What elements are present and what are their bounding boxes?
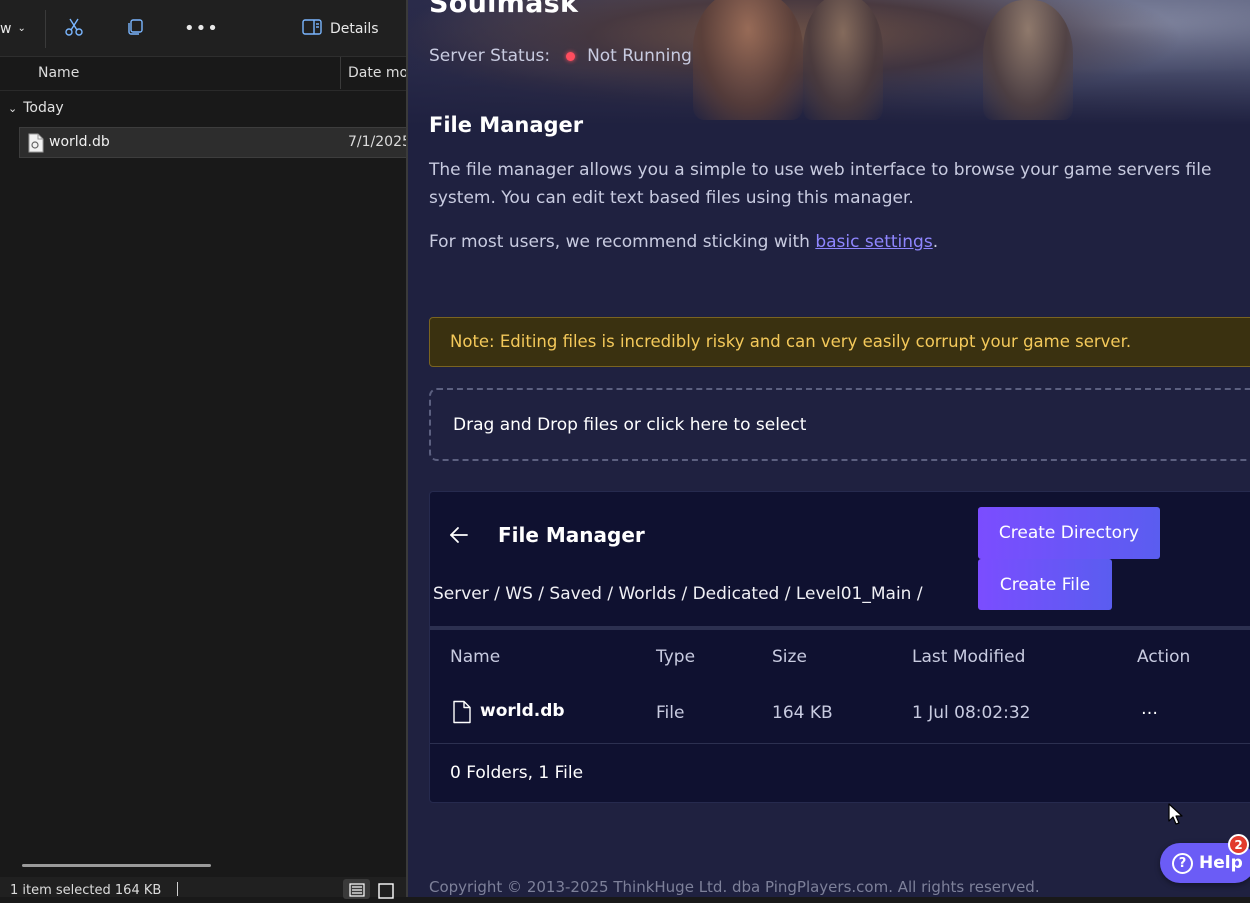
view-menu-label: w [0, 20, 12, 37]
group-header-today[interactable]: ⌄ Today [8, 100, 64, 116]
hero-figure [693, 0, 803, 120]
view-menu-button[interactable]: w ⌄ [0, 0, 26, 57]
more-options-button[interactable]: ••• [184, 0, 219, 57]
basic-settings-link[interactable]: basic settings [815, 232, 932, 252]
section-heading: File Manager [429, 113, 584, 137]
server-status-label: Server Status: [429, 46, 551, 66]
hero-figure [803, 0, 883, 120]
table-row-divider [430, 743, 1250, 744]
web-panel: Soulmask Server Status: Not Running File… [408, 0, 1250, 897]
section-description: The file manager allows you a simple to … [429, 160, 1212, 208]
warning-note: Note: Editing files is incredibly risky … [429, 317, 1250, 367]
file-last-modified: 1 Jul 08:02:32 [912, 703, 1031, 723]
notification-badge: 2 [1228, 834, 1249, 855]
file-explorer-window: w ⌄ ••• Details Name Date mo ⌄ Today wor… [0, 0, 411, 899]
game-title: Soulmask [429, 0, 579, 19]
chevron-down-icon: ⌄ [17, 23, 26, 34]
server-status: Server Status: Not Running [429, 46, 692, 66]
table-top-border [430, 626, 1250, 630]
recommendation-text: For most users, we recommend sticking wi… [429, 228, 938, 256]
row-action-menu-button[interactable]: … [1141, 699, 1158, 719]
create-file-button[interactable]: Create File [978, 559, 1112, 610]
cut-button[interactable] [64, 0, 84, 57]
chevron-down-icon: ⌄ [8, 101, 18, 115]
column-header-name[interactable]: Name [38, 65, 79, 81]
hero-figure [983, 0, 1073, 120]
create-directory-button[interactable]: Create Directory [978, 507, 1160, 559]
copy-button[interactable] [125, 0, 145, 57]
question-icon: ? [1172, 852, 1193, 874]
recommendation-suffix: . [932, 232, 939, 252]
warning-note-text: Note: Editing files is incredibly risky … [450, 332, 1132, 351]
breadcrumb[interactable]: Server / WS / Saved / Worlds / Dedicated… [433, 584, 923, 604]
file-name-link[interactable]: world.db [480, 701, 565, 721]
file-manager-title: File Manager [498, 523, 645, 547]
column-header-type: Type [656, 647, 696, 667]
horizontal-scrollbar[interactable] [22, 864, 211, 867]
file-name: world.db [49, 134, 110, 150]
column-header-action: Action [1137, 647, 1191, 667]
more-dots-icon: ••• [184, 18, 219, 39]
file-row-selected[interactable]: world.db 7/1/2025 [19, 127, 411, 158]
column-header-last-modified: Last Modified [912, 647, 1026, 667]
column-header-date[interactable]: Date mo [348, 65, 408, 81]
tiles-view-icon [378, 883, 394, 899]
mouse-cursor-icon [1168, 803, 1184, 831]
database-file-icon [28, 133, 44, 157]
tiles-view-button[interactable] [376, 880, 396, 899]
status-dot-icon [566, 51, 576, 61]
table-summary: 0 Folders, 1 File [450, 763, 584, 783]
server-status-value: Not Running [587, 46, 692, 66]
scissors-icon [64, 17, 84, 41]
file-icon [452, 700, 472, 729]
dropzone-label: Drag and Drop files or click here to sel… [453, 415, 807, 435]
help-label: Help [1199, 853, 1243, 873]
footer-copyright: Copyright © 2013-2025 ThinkHuge Ltd. dba… [429, 878, 1040, 896]
file-size: 164 KB [772, 703, 833, 723]
column-divider[interactable] [340, 57, 341, 89]
status-divider [177, 882, 178, 896]
details-pane-icon [302, 18, 322, 39]
details-view-button[interactable] [343, 879, 370, 899]
status-text: 1 item selected 164 KB [10, 883, 162, 898]
details-label: Details [330, 20, 379, 37]
recommendation-prefix: For most users, we recommend sticking wi… [429, 232, 816, 252]
explorer-toolbar: w ⌄ ••• Details [0, 0, 408, 57]
column-header-name: Name [450, 647, 501, 667]
back-arrow-icon[interactable] [448, 524, 470, 550]
file-type: File [656, 703, 685, 723]
toolbar-divider [45, 10, 46, 48]
file-manager-card: File Manager Create Directory Create Fil… [429, 491, 1250, 803]
column-header-size: Size [772, 647, 807, 667]
details-pane-button[interactable]: Details [302, 0, 379, 57]
copy-icon [125, 17, 145, 41]
explorer-column-header: Name Date mo [0, 57, 408, 91]
upload-dropzone[interactable]: Drag and Drop files or click here to sel… [429, 388, 1250, 461]
file-date: 7/1/2025 [348, 134, 411, 150]
group-label: Today [23, 100, 64, 116]
